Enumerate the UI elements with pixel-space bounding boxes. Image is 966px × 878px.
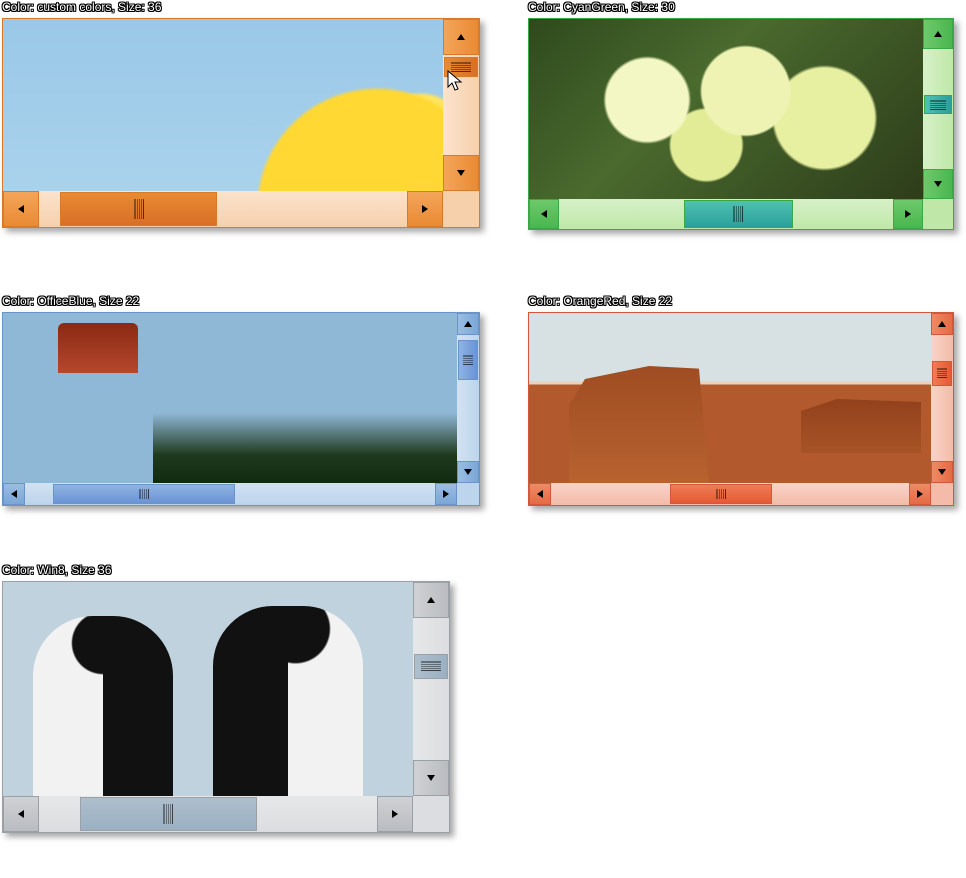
image-content — [3, 313, 457, 483]
scrollbar-track[interactable] — [39, 191, 407, 227]
panel-cyangreen: Color: CyanGreen, Size: 30 — [528, 0, 958, 230]
chevron-right-icon — [443, 490, 449, 498]
chevron-up-icon — [934, 31, 942, 37]
chevron-down-icon — [427, 775, 435, 781]
vertical-scrollbar[interactable] — [923, 19, 953, 199]
image-content — [529, 313, 931, 483]
scrollbar-corner — [923, 199, 953, 229]
image-viewer — [2, 312, 480, 506]
scrollbar-track[interactable] — [25, 483, 435, 505]
chevron-left-icon — [541, 210, 547, 218]
scrollbar-thumb[interactable] — [80, 797, 258, 831]
vertical-scrollbar[interactable] — [931, 313, 953, 483]
chevron-left-icon — [18, 205, 24, 213]
scrollbar-thumb[interactable] — [458, 340, 478, 380]
panel-label: Color: Win8, Size 36 — [2, 563, 452, 577]
horizontal-scrollbar[interactable] — [3, 483, 457, 505]
scrollbar-track[interactable] — [559, 199, 893, 229]
vertical-scrollbar[interactable] — [413, 582, 449, 796]
scrollbar-thumb[interactable] — [670, 484, 772, 504]
chevron-left-icon — [18, 810, 24, 818]
image-viewer — [528, 312, 954, 506]
scroll-down-button[interactable] — [457, 461, 479, 483]
panel-officeblue: Color: OfficeBlue, Size 22 — [2, 294, 482, 506]
scroll-left-button[interactable] — [3, 191, 39, 227]
scroll-left-button[interactable] — [3, 796, 39, 832]
chevron-right-icon — [392, 810, 398, 818]
scroll-right-button[interactable] — [407, 191, 443, 227]
chevron-down-icon — [934, 181, 942, 187]
chevron-right-icon — [917, 490, 923, 498]
scrollbar-corner — [413, 796, 449, 832]
chevron-up-icon — [427, 597, 435, 603]
scroll-right-button[interactable] — [435, 483, 457, 505]
scroll-down-button[interactable] — [443, 155, 479, 191]
panel-orangered: Color: OrangeRed, Size 22 — [528, 294, 958, 506]
image-content — [529, 19, 923, 199]
image-viewer — [528, 18, 954, 230]
vertical-scrollbar[interactable] — [443, 19, 479, 191]
horizontal-scrollbar[interactable] — [529, 483, 931, 505]
scrollbar-corner — [443, 191, 479, 227]
scrollbar-track[interactable] — [413, 618, 449, 760]
chevron-down-icon — [938, 469, 946, 475]
scrollbar-thumb[interactable] — [932, 361, 952, 386]
horizontal-scrollbar[interactable] — [529, 199, 923, 229]
image-viewer — [2, 18, 480, 228]
scroll-up-button[interactable] — [457, 313, 479, 335]
chevron-up-icon — [464, 321, 472, 327]
scrollbar-track[interactable] — [457, 335, 479, 461]
scrollbar-track[interactable] — [931, 335, 953, 461]
scroll-right-button[interactable] — [377, 796, 413, 832]
panel-label: Color: OrangeRed, Size 22 — [528, 294, 958, 308]
scroll-down-button[interactable] — [923, 169, 953, 199]
scrollbar-corner — [931, 483, 953, 505]
scroll-left-button[interactable] — [3, 483, 25, 505]
scroll-right-button[interactable] — [909, 483, 931, 505]
panel-custom-colors: Color: custom colors, Size: 36 — [2, 0, 482, 228]
chevron-left-icon — [11, 490, 17, 498]
vertical-scrollbar[interactable] — [457, 313, 479, 483]
chevron-down-icon — [464, 469, 472, 475]
chevron-right-icon — [422, 205, 428, 213]
scrollbar-thumb[interactable] — [53, 484, 235, 504]
horizontal-scrollbar[interactable] — [3, 191, 443, 227]
scrollbar-track[interactable] — [443, 55, 479, 155]
chevron-up-icon — [938, 321, 946, 327]
scrollbar-track[interactable] — [39, 796, 377, 832]
chevron-right-icon — [905, 210, 911, 218]
scrollbar-thumb[interactable] — [414, 654, 448, 679]
scroll-right-button[interactable] — [893, 199, 923, 229]
image-content — [3, 19, 443, 191]
scrollbar-thumb[interactable] — [684, 200, 793, 228]
scrollbar-thumb[interactable] — [60, 192, 217, 226]
scrollbar-corner — [457, 483, 479, 505]
scroll-left-button[interactable] — [529, 199, 559, 229]
image-viewer — [2, 581, 450, 833]
scroll-up-button[interactable] — [443, 19, 479, 55]
panel-label: Color: custom colors, Size: 36 — [2, 0, 482, 14]
scrollbar-thumb[interactable] — [924, 95, 952, 114]
panel-win8: Color: Win8, Size 36 — [2, 563, 452, 833]
image-content — [3, 582, 413, 796]
horizontal-scrollbar[interactable] — [3, 796, 413, 832]
scrollbar-track[interactable] — [551, 483, 909, 505]
scroll-up-button[interactable] — [931, 313, 953, 335]
panel-label: Color: CyanGreen, Size: 30 — [528, 0, 958, 14]
panel-label: Color: OfficeBlue, Size 22 — [2, 294, 482, 308]
scroll-down-button[interactable] — [931, 461, 953, 483]
scroll-down-button[interactable] — [413, 760, 449, 796]
chevron-left-icon — [537, 490, 543, 498]
chevron-up-icon — [457, 34, 465, 40]
scrollbar-track[interactable] — [923, 49, 953, 169]
chevron-down-icon — [457, 170, 465, 176]
scroll-left-button[interactable] — [529, 483, 551, 505]
scroll-up-button[interactable] — [413, 582, 449, 618]
scrollbar-thumb[interactable] — [444, 57, 478, 77]
scroll-up-button[interactable] — [923, 19, 953, 49]
